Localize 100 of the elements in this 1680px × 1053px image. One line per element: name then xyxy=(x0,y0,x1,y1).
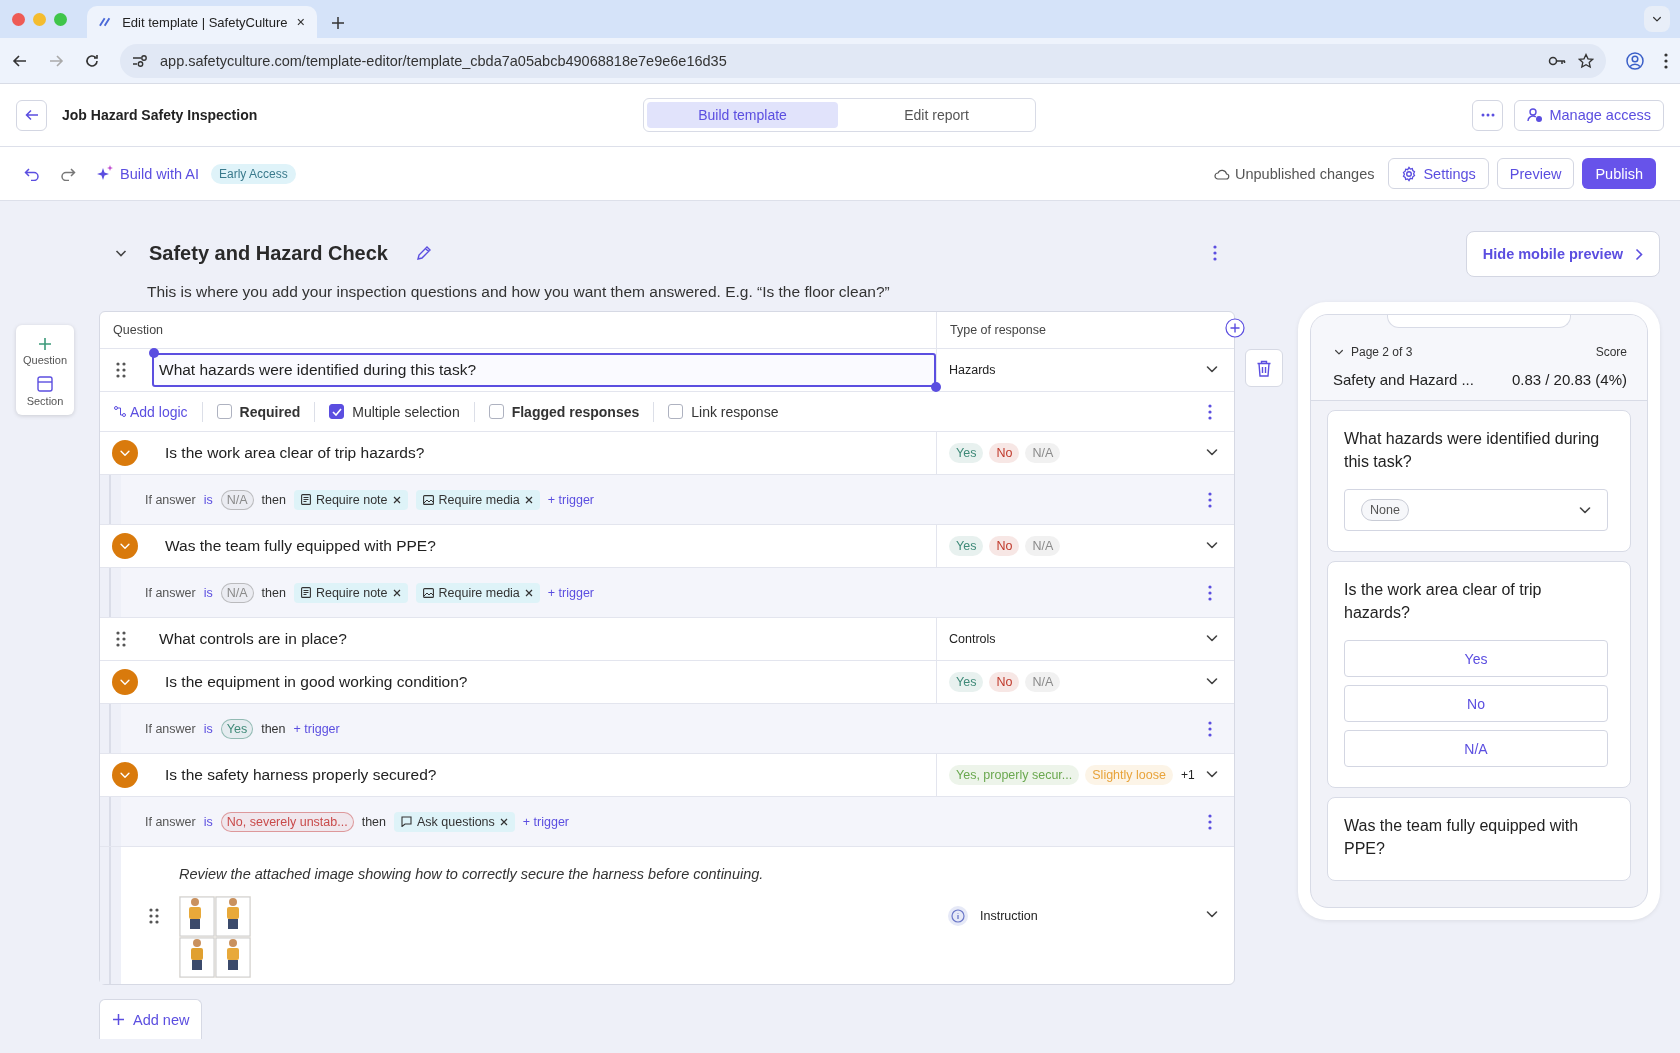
action-tag[interactable]: Require note xyxy=(293,489,408,510)
response-chip: No xyxy=(989,536,1020,556)
answer-button[interactable]: N/A xyxy=(1344,730,1608,767)
drag-handle-icon[interactable] xyxy=(116,631,126,647)
site-settings-icon[interactable] xyxy=(132,53,148,68)
remove-icon[interactable] xyxy=(524,495,533,504)
back-icon[interactable] xyxy=(12,52,28,69)
card-question: Was the team fully equipped with PPE? xyxy=(1344,816,1580,859)
question-field[interactable]: Was the team fully equipped with PPE? xyxy=(158,529,936,563)
answer-button[interactable]: Yes xyxy=(1344,640,1608,677)
collapse-toggle[interactable] xyxy=(112,762,138,788)
publish-button[interactable]: Publish xyxy=(1582,158,1656,189)
remove-icon[interactable] xyxy=(524,588,533,597)
resize-handle[interactable] xyxy=(931,382,941,392)
more-icon[interactable] xyxy=(1208,720,1212,737)
remove-icon[interactable] xyxy=(392,495,401,504)
browser-tab[interactable]: Edit template | SafetyCulture xyxy=(87,6,317,38)
action-tag[interactable]: Require note xyxy=(293,582,408,603)
undo-icon[interactable] xyxy=(24,166,40,181)
drag-handle-icon[interactable] xyxy=(116,362,126,378)
select-field[interactable]: None xyxy=(1344,489,1608,531)
checkbox[interactable] xyxy=(216,404,232,419)
answer-chip[interactable]: Yes xyxy=(220,718,254,739)
logic-operator[interactable]: is xyxy=(203,492,213,507)
collapse-toggle[interactable] xyxy=(112,440,138,466)
view-tab[interactable]: Build template xyxy=(647,102,838,128)
logic-operator[interactable]: is xyxy=(203,814,213,829)
response-chip: Yes xyxy=(949,443,984,463)
action-tag[interactable]: Ask questions xyxy=(394,811,515,832)
question-field[interactable]: Is the work area clear of trip hazards? xyxy=(158,436,936,470)
add-new-button[interactable]: Add new xyxy=(99,999,203,1039)
response-chip: N/A xyxy=(1025,536,1061,556)
drag-handle-icon[interactable] xyxy=(149,907,159,924)
logic-operator[interactable]: is xyxy=(203,585,213,600)
back-arrow-icon xyxy=(24,108,39,122)
checkbox[interactable] xyxy=(329,404,345,419)
edit-icon[interactable] xyxy=(416,245,432,261)
answer-chip[interactable]: No, severely unstab... xyxy=(220,811,354,832)
collapse-toggle[interactable] xyxy=(112,669,138,695)
remove-icon[interactable] xyxy=(297,18,305,26)
add-item-button[interactable]: Section xyxy=(26,376,64,407)
chevron-right-icon xyxy=(1635,247,1643,261)
build-with-ai-button[interactable]: Build with AI xyxy=(96,164,199,183)
logic-label: If answer xyxy=(145,721,196,736)
action-tag[interactable]: Require media xyxy=(415,582,540,603)
note-icon xyxy=(300,587,311,598)
hide-preview-button[interactable]: Hide mobile preview xyxy=(1465,231,1660,277)
more-icon[interactable] xyxy=(1208,584,1212,601)
delete-button[interactable] xyxy=(1245,349,1283,387)
plus-icon xyxy=(112,1013,125,1026)
new-tab-icon[interactable] xyxy=(331,16,345,30)
remove-icon[interactable] xyxy=(499,817,508,826)
early-access-badge: Early Access xyxy=(211,163,296,184)
add-trigger-link[interactable]: + trigger xyxy=(293,721,340,736)
add-trigger-link[interactable]: + trigger xyxy=(522,814,570,829)
manage-access-button[interactable]: Manage access xyxy=(1514,99,1664,131)
checkbox-label: Multiple selection xyxy=(352,403,460,420)
card-question: What hazards were identified during this task? xyxy=(1344,429,1601,472)
template-title: Job Hazard Safety Inspection xyxy=(62,107,258,123)
reload-icon[interactable] xyxy=(84,52,100,69)
question-field[interactable]: Is the safety harness properly secured? xyxy=(158,758,936,792)
add-column-icon[interactable] xyxy=(1225,318,1245,338)
response-chip: Yes xyxy=(949,672,984,692)
add-trigger-link[interactable]: + trigger xyxy=(547,492,595,507)
key-icon[interactable] xyxy=(1548,55,1566,66)
question-field[interactable]: What hazards were identified during this task? xyxy=(152,353,936,387)
add-logic-button[interactable]: Add logic xyxy=(114,403,188,420)
question-field[interactable]: Is the equipment in good working condition? xyxy=(158,665,936,699)
window-close-button[interactable] xyxy=(12,12,25,26)
plus-icon xyxy=(38,337,52,351)
more-icon[interactable] xyxy=(1208,403,1212,420)
logic-label: then xyxy=(361,814,386,829)
profile-icon[interactable] xyxy=(1626,51,1644,70)
settings-button[interactable]: Settings xyxy=(1388,158,1489,189)
action-tag[interactable]: Require media xyxy=(415,489,540,510)
save-status: Unpublished changes xyxy=(1235,165,1375,182)
checkbox[interactable] xyxy=(668,404,684,419)
remove-icon[interactable] xyxy=(392,588,401,597)
user-icon xyxy=(1527,107,1544,123)
back-button[interactable] xyxy=(16,99,47,131)
view-tab[interactable]: Edit report xyxy=(841,102,1032,128)
more-icon[interactable] xyxy=(1208,491,1212,508)
response-chip: Yes xyxy=(949,536,984,556)
redo-icon[interactable] xyxy=(60,166,76,181)
browser-menu-icon[interactable] xyxy=(1664,52,1668,69)
question-field[interactable]: What controls are in place? xyxy=(152,622,936,656)
logic-operator[interactable]: is xyxy=(203,721,213,736)
more-icon[interactable] xyxy=(1208,813,1212,830)
answer-button[interactable]: No xyxy=(1344,685,1608,722)
star-icon[interactable] xyxy=(1578,52,1594,69)
add-item-button[interactable]: Question xyxy=(23,337,67,366)
preview-button[interactable]: Preview xyxy=(1496,158,1575,189)
collapse-toggle[interactable] xyxy=(112,533,138,559)
checkbox[interactable] xyxy=(488,404,504,419)
address-bar[interactable]: app.safetyculture.com/template-editor/template_cbda7a05abcb49068818e7e9e6e16d35 xyxy=(120,43,1606,78)
more-icon[interactable] xyxy=(1213,245,1217,261)
settings-icon xyxy=(1401,165,1418,182)
logic-label: then xyxy=(261,721,286,736)
resize-handle[interactable] xyxy=(149,348,159,358)
add-trigger-link[interactable]: + trigger xyxy=(547,585,595,600)
